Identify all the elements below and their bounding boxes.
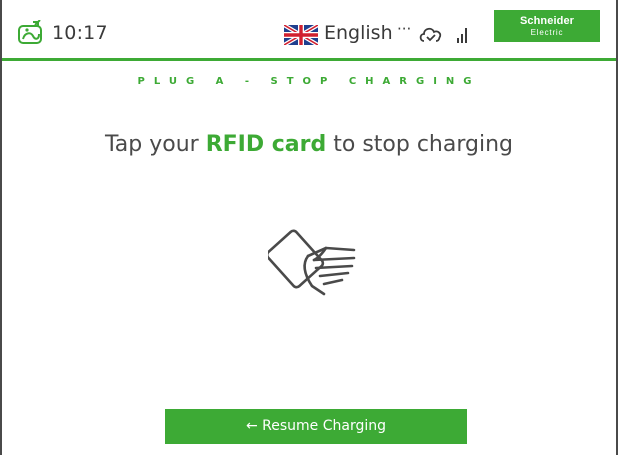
screen-frame-left <box>0 0 2 455</box>
page-title: PLUG A - STOP CHARGING <box>137 76 481 87</box>
resume-charging-button[interactable]: ← Resume Charging <box>165 409 467 444</box>
more-options-icon[interactable]: ··· <box>397 20 411 38</box>
instruction-suffix: to stop charging <box>326 132 513 157</box>
brand-name: Schneider <box>519 15 575 27</box>
uk-flag-icon[interactable] <box>284 25 318 45</box>
instruction-prefix: Tap your <box>104 132 206 157</box>
rfid-card-tap-icon <box>268 229 356 296</box>
clock-time: 10:17 <box>52 22 108 44</box>
instruction-emphasis: RFID card <box>205 132 327 157</box>
status-bar-divider <box>2 58 616 61</box>
cloud-connected-icon <box>419 27 442 42</box>
schneider-electric-logo: Schneider Electric <box>494 10 600 42</box>
brand-sub: Electric <box>530 28 564 37</box>
language-selector[interactable]: English <box>324 22 393 44</box>
signal-strength-icon <box>457 28 467 43</box>
instruction-text: Tap your RFID card to stop charging <box>2 132 616 157</box>
ev-charger-icon <box>18 20 42 44</box>
